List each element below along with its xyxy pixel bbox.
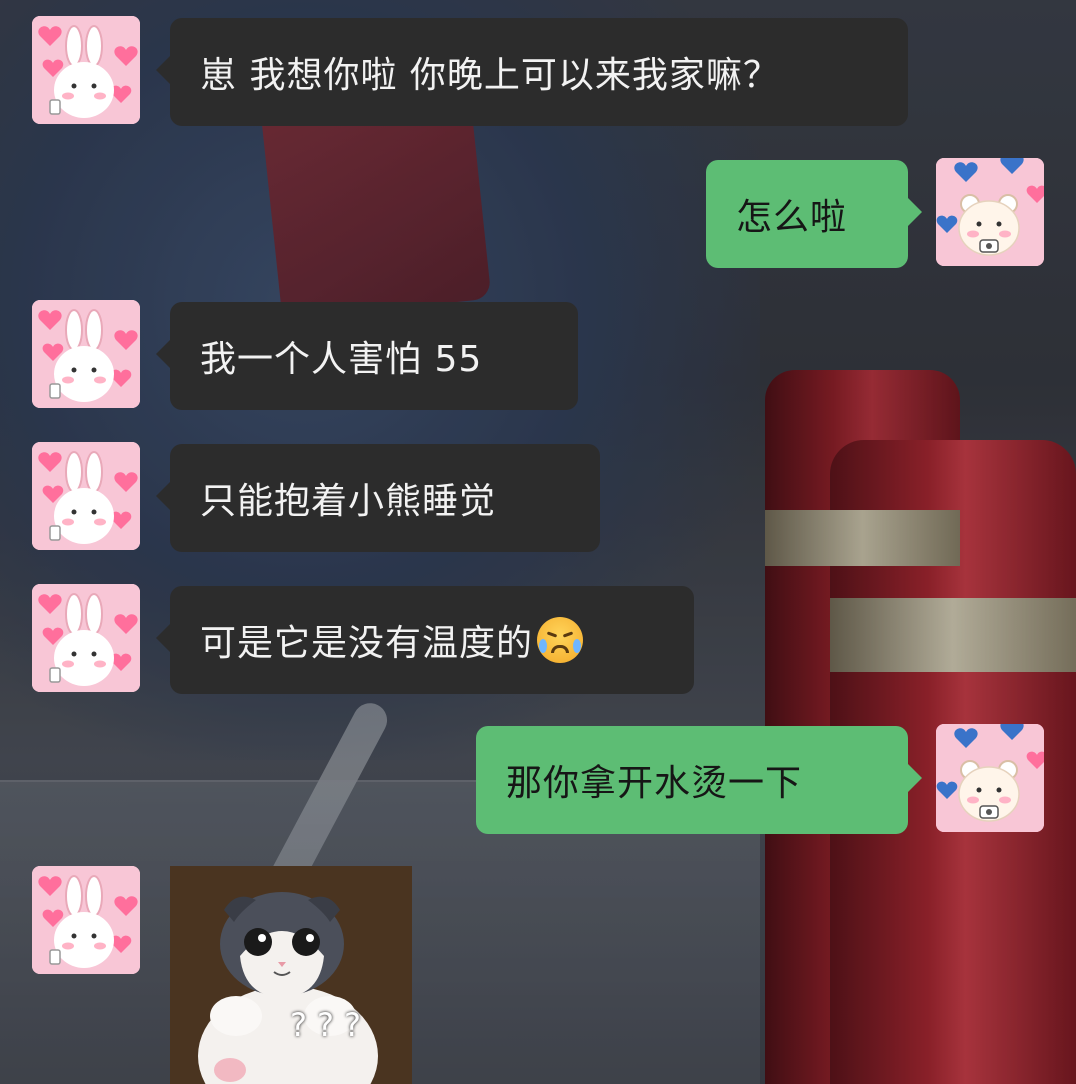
contact-avatar[interactable] (32, 584, 140, 692)
contact-avatar[interactable] (32, 300, 140, 408)
contact-avatar[interactable] (32, 442, 140, 550)
bunny-hearts-icon (32, 866, 140, 974)
message-bubble-incoming[interactable]: 我一个人害怕 55 (156, 302, 578, 410)
message-bubble-outgoing[interactable]: 怎么啦 (706, 160, 922, 268)
bunny-hearts-icon (32, 442, 140, 550)
my-avatar[interactable] (936, 724, 1044, 832)
bunny-hearts-icon (32, 584, 140, 692)
sticker-caption: ??? (290, 1006, 371, 1044)
message-text: 我一个人害怕 55 (200, 339, 483, 380)
message-text: 可是它是没有温度的 (200, 623, 534, 664)
message-text: 那你拿开水烫一下 (506, 763, 803, 804)
contact-avatar[interactable] (32, 866, 140, 974)
surprised-cat-sticker-icon (170, 866, 412, 1084)
message-bubble-incoming[interactable]: 崽 我想你啦 你晚上可以来我家嘛？ (156, 18, 908, 126)
bunny-hearts-icon (32, 300, 140, 408)
bear-hearts-icon (936, 724, 1044, 832)
message-text: 怎么啦 (736, 197, 848, 238)
my-avatar[interactable] (936, 158, 1044, 266)
message-bubble-incoming[interactable]: 可是它是没有温度的 (156, 586, 694, 694)
bunny-hearts-icon (32, 16, 140, 124)
contact-avatar[interactable] (32, 16, 140, 124)
sticker-message[interactable]: ??? (170, 866, 412, 1084)
message-bubble-incoming[interactable]: 只能抱着小熊睡觉 (156, 444, 600, 552)
crying-laughing-emoji-icon (537, 617, 584, 663)
message-text: 只能抱着小熊睡觉 (200, 481, 497, 522)
bear-hearts-icon (936, 158, 1044, 266)
message-text: 崽 我想你啦 你晚上可以来我家嘛？ (200, 55, 780, 96)
message-bubble-outgoing[interactable]: 那你拿开水烫一下 (476, 726, 922, 834)
